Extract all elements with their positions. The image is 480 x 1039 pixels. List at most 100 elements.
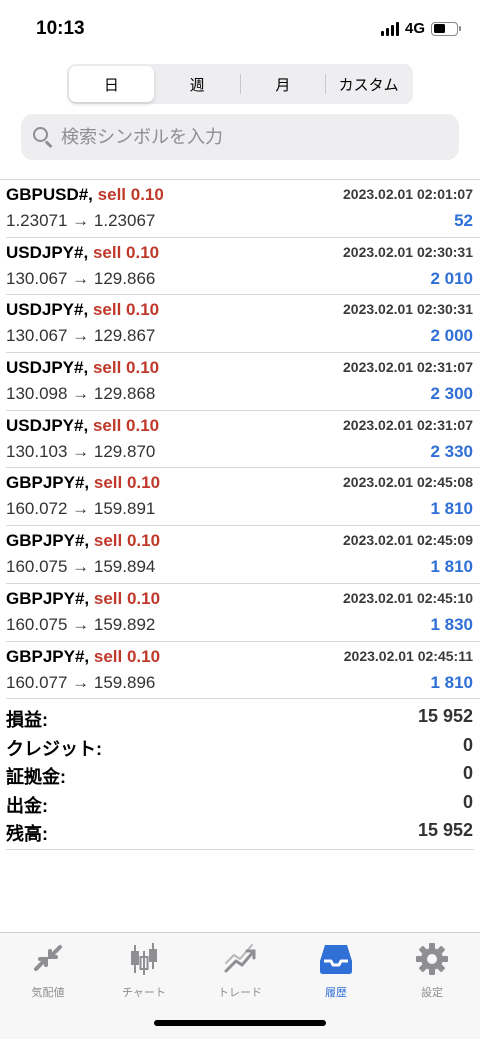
- tab-day[interactable]: 日: [69, 66, 154, 102]
- deal-time: 2023.02.01 02:01:07: [343, 186, 473, 202]
- deal-prices: 160.077 → 159.896: [6, 672, 156, 692]
- deal-prices: 160.072 → 159.891: [6, 499, 156, 519]
- deal-row[interactable]: GBPJPY#, sell 0.10 2023.02.01 02:45:10 160…: [6, 584, 480, 642]
- deal-profit: 2 330: [430, 441, 473, 461]
- deal-symbol: GBPJPY#, sell 0.10: [6, 589, 160, 609]
- period-segmented-control: 日 週 月 カスタム: [67, 64, 413, 104]
- deal-profit: 1 810: [430, 557, 473, 577]
- summary-row: クレジット: 0: [6, 733, 474, 762]
- search-input[interactable]: [61, 126, 441, 148]
- deal-time: 2023.02.01 02:30:31: [343, 243, 473, 260]
- summary-label: 証拠金:: [6, 767, 66, 787]
- deal-profit: 2 010: [430, 268, 473, 288]
- deal-prices: 130.067 → 129.867: [6, 326, 156, 346]
- deal-time: 2023.02.01 02:45:10: [343, 589, 473, 606]
- deal-type: sell 0.10: [92, 300, 160, 320]
- deal-type: sell 0.10: [93, 588, 161, 608]
- status-bar: 10:13 4G: [0, 0, 480, 60]
- deal-time: 2023.02.01 02:30:31: [343, 301, 473, 318]
- summary-label: 出金:: [6, 795, 48, 816]
- summary-label: 残高:: [6, 824, 48, 844]
- tab-quotes[interactable]: 気配値: [0, 941, 96, 1001]
- symbol-name: USDJPY#,: [6, 242, 89, 262]
- deal-type: sell 0.10: [93, 473, 161, 493]
- gear-icon: [414, 941, 450, 977]
- deal-type: sell 0.10: [97, 185, 164, 204]
- deal-symbol: GBPJPY#, sell 0.10: [6, 531, 160, 551]
- symbol-name: GBPJPY#,: [6, 646, 90, 666]
- tab-settings-label: 設定: [421, 987, 443, 999]
- deal-symbol: USDJPY#, sell 0.10: [6, 300, 159, 320]
- symbol-name: GBPJPY#,: [6, 531, 90, 551]
- home-indicator: [154, 1020, 326, 1026]
- deal-profit: 2 000: [430, 326, 473, 346]
- summary-row: 残高: 15 952: [6, 818, 474, 847]
- tab-trade[interactable]: トレード: [192, 941, 288, 1001]
- deal-row[interactable]: GBPUSD#, sell 0.10 2023.02.01 02:01:07 1.2…: [6, 180, 480, 238]
- tab-month[interactable]: 月: [241, 66, 326, 102]
- deal-row[interactable]: GBPJPY#, sell 0.10 2023.02.01 02:45:11 160…: [6, 642, 480, 700]
- deal-time: 2023.02.01 02:45:11: [343, 647, 473, 664]
- deal-row[interactable]: USDJPY#, sell 0.10 2023.02.01 02:31:07 130…: [6, 353, 480, 411]
- deal-prices: 160.075 → 159.894: [6, 557, 156, 577]
- tab-quotes-label: 気配値: [31, 987, 65, 999]
- deal-time: 2023.02.01 02:45:08: [343, 474, 473, 491]
- search-bar[interactable]: [21, 114, 459, 160]
- symbol-name: GBPJPY#,: [6, 473, 90, 493]
- deal-prices: 160.075 → 159.892: [6, 614, 156, 634]
- summary-row: 証拠金: 0: [6, 761, 474, 790]
- symbol-name: GBPUSD#,: [6, 185, 93, 204]
- symbol-name: USDJPY#,: [6, 415, 89, 435]
- battery-icon: [431, 21, 461, 36]
- deal-profit: 52: [454, 211, 473, 230]
- symbol-name: GBPJPY#,: [6, 588, 90, 608]
- summary-row: 損益: 15 952: [6, 704, 474, 733]
- deal-symbol: GBPUSD#, sell 0.10: [6, 185, 164, 205]
- summary-value: 15 952: [417, 820, 473, 840]
- deal-prices: 130.067 → 129.866: [6, 268, 156, 288]
- deal-row[interactable]: GBPJPY#, sell 0.10 2023.02.01 02:45:09 160…: [6, 526, 480, 584]
- tab-chart[interactable]: チャート: [96, 941, 192, 1001]
- tab-custom[interactable]: カスタム: [326, 66, 411, 102]
- deal-symbol: USDJPY#, sell 0.10: [6, 243, 159, 263]
- summary-value: 0: [462, 763, 473, 783]
- deal-row[interactable]: USDJPY#, sell 0.10 2023.02.01 02:30:31 130…: [6, 238, 480, 296]
- tab-history-label: 履歴: [325, 987, 347, 999]
- summary-row: 出金: 0: [6, 790, 474, 819]
- divider: [6, 849, 474, 850]
- deal-type: sell 0.10: [92, 358, 160, 378]
- deal-symbol: GBPJPY#, sell 0.10: [6, 647, 160, 667]
- tab-history[interactable]: 履歴: [288, 941, 384, 1001]
- deal-symbol: USDJPY#, sell 0.10: [6, 416, 159, 436]
- summary-value: 15 952: [417, 706, 473, 726]
- deal-symbol: GBPJPY#, sell 0.10: [6, 473, 160, 493]
- deal-prices: 130.103 → 129.870: [6, 441, 156, 461]
- deal-time: 2023.02.01 02:45:09: [343, 532, 473, 549]
- deal-row[interactable]: GBPJPY#, sell 0.10 2023.02.01 02:45:08 160…: [6, 468, 480, 527]
- tab-chart-label: チャート: [122, 987, 166, 999]
- deal-profit: 1 810: [430, 672, 473, 692]
- deal-type: sell 0.10: [93, 646, 161, 666]
- summary: 損益: 15 952 クレジット: 0 証拠金: 0 出金: 0 残高: 15 952: [6, 704, 474, 847]
- tab-week[interactable]: 週: [155, 66, 240, 102]
- status-time: 10:13: [36, 18, 85, 39]
- deal-time: 2023.02.01 02:31:07: [343, 359, 473, 376]
- symbol-name: USDJPY#,: [6, 300, 89, 320]
- search-icon: [31, 125, 55, 149]
- deal-row[interactable]: USDJPY#, sell 0.10 2023.02.01 02:31:07 130…: [6, 411, 480, 469]
- deal-type: sell 0.10: [92, 242, 160, 262]
- deal-time: 2023.02.01 02:31:07: [343, 416, 473, 433]
- candlestick-chart-icon: [126, 941, 162, 977]
- summary-label: 損益:: [6, 710, 48, 730]
- summary-label: クレジット:: [6, 738, 102, 759]
- deal-row[interactable]: USDJPY#, sell 0.10 2023.02.01 02:30:31 130…: [6, 295, 480, 354]
- signal-icon: [380, 21, 399, 36]
- deal-profit: 2 300: [430, 384, 473, 404]
- tab-trade-label: トレード: [218, 987, 262, 999]
- deals-list: GBPUSD#, sell 0.10 2023.02.01 02:01:07 1.2…: [0, 179, 480, 700]
- summary-value: 0: [462, 791, 473, 812]
- tab-settings[interactable]: 設定: [384, 941, 480, 1001]
- deal-type: sell 0.10: [92, 415, 160, 435]
- quotes-icon: [30, 941, 66, 977]
- network-type: 4G: [404, 20, 425, 37]
